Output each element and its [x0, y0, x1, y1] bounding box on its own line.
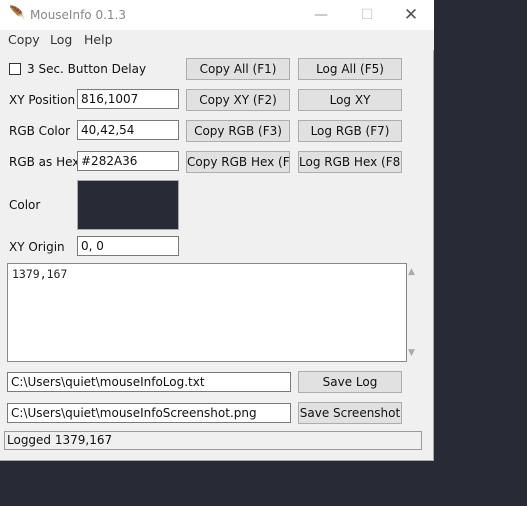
xy-position-field[interactable]: [77, 89, 179, 109]
delay-checkbox[interactable]: [9, 63, 21, 75]
scroll-up-arrow-icon[interactable]: ▲: [408, 267, 415, 277]
rgb-hex-field[interactable]: [77, 151, 179, 171]
log-textarea[interactable]: 1379,167: [7, 263, 407, 362]
copy-xy-button[interactable]: Copy XY (F2): [186, 89, 290, 111]
color-label: Color: [9, 198, 41, 212]
close-button[interactable]: ✕: [388, 0, 434, 30]
window-title: MouseInfo 0.1.3: [30, 8, 126, 22]
rgb-color-label: RGB Color: [9, 124, 71, 138]
rgb-hex-label: RGB as Hex: [9, 155, 80, 169]
xy-position-label: XY Position: [9, 93, 76, 107]
feather-icon: 🪶: [9, 6, 26, 21]
delay-checkbox-label: 3 Sec. Button Delay: [27, 62, 147, 76]
xy-origin-label: XY Origin: [9, 240, 65, 254]
copy-rgb-button[interactable]: Copy RGB (F3): [186, 120, 290, 142]
status-bar: Logged 1379,167: [4, 431, 422, 450]
scroll-down-arrow-icon[interactable]: ▼: [408, 348, 415, 358]
log-file-path-field[interactable]: [7, 372, 291, 392]
log-xy-button[interactable]: Log XY: [298, 89, 402, 111]
menu-bar: Copy Log Help: [0, 30, 434, 50]
rgb-color-field[interactable]: [77, 120, 179, 140]
save-log-button[interactable]: Save Log: [298, 371, 402, 393]
color-swatch: [77, 180, 179, 230]
minimize-button[interactable]: —: [298, 0, 344, 30]
maximize-button[interactable]: ☐: [344, 0, 390, 30]
log-all-button[interactable]: Log All (F5): [298, 58, 402, 80]
menu-log[interactable]: Log: [50, 32, 72, 47]
mouseinfo-window: 🪶 MouseInfo 0.1.3 — ☐ ✕ Copy Log Help 3 …: [0, 0, 434, 461]
copy-rgb-hex-button[interactable]: Copy RGB Hex (F4: [186, 151, 290, 173]
log-rgb-button[interactable]: Log RGB (F7): [298, 120, 402, 142]
screenshot-path-field[interactable]: [7, 403, 291, 423]
save-screenshot-button[interactable]: Save Screenshot: [298, 402, 402, 424]
copy-all-button[interactable]: Copy All (F1): [186, 58, 290, 80]
log-rgb-hex-button[interactable]: Log RGB Hex (F8): [298, 151, 402, 173]
menu-copy[interactable]: Copy: [8, 32, 40, 47]
xy-origin-field[interactable]: [77, 236, 179, 256]
menu-help[interactable]: Help: [84, 32, 113, 47]
title-bar[interactable]: 🪶 MouseInfo 0.1.3 — ☐ ✕: [0, 0, 434, 30]
